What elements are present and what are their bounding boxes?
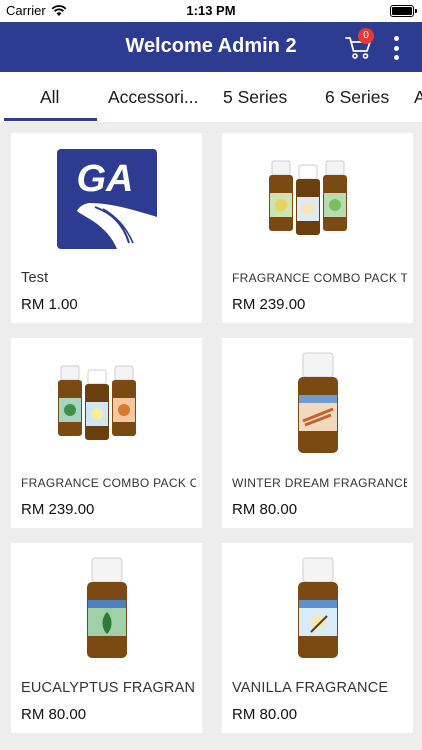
product-name: Test [21, 270, 49, 286]
product-price: RM 80.00 [21, 706, 87, 723]
product-card[interactable]: EUCALYPTUS FRAGRANCE RM 80.00 [11, 543, 202, 733]
product-name: FRAGRANCE COMBO PACK ONE [21, 476, 196, 490]
tab-accessories[interactable]: Accessori... [108, 72, 198, 122]
battery-icon [390, 5, 417, 17]
product-price: RM 239.00 [232, 296, 306, 313]
product-price: RM 80.00 [232, 706, 298, 723]
fragrance-bottle-image [297, 352, 338, 453]
product-grid: GA Test RM 1.00 FRAGRANCE COMBO PACK T R… [0, 122, 422, 750]
fragrance-bottles-image [57, 365, 136, 440]
product-name: WINTER DREAM FRAGRANCE [232, 476, 407, 490]
fragrance-bottle-image [297, 557, 338, 658]
tab-6-series[interactable]: 6 Series [325, 72, 389, 122]
product-card[interactable]: FRAGRANCE COMBO PACK ONE RM 239.00 [11, 338, 202, 528]
product-price: RM 1.00 [21, 296, 78, 313]
status-bar: Carrier 1:13 PM [0, 0, 422, 22]
overflow-menu-icon[interactable] [388, 34, 404, 62]
fragrance-bottle-image [86, 557, 127, 658]
app-bar: Welcome Admin 2 0 [0, 22, 422, 72]
product-card[interactable]: FRAGRANCE COMBO PACK TWO RM 239.00 [222, 133, 413, 323]
cart-count-badge: 0 [358, 28, 374, 44]
product-name: VANILLA FRAGRANCE [232, 680, 389, 696]
product-image [222, 543, 413, 675]
product-image: GA [11, 133, 202, 265]
product-price: RM 80.00 [232, 501, 298, 518]
fragrance-bottles-image [268, 160, 347, 235]
product-image [11, 338, 202, 470]
tab-more[interactable]: A [414, 72, 422, 122]
product-card[interactable]: GA Test RM 1.00 [11, 133, 202, 323]
clock: 1:13 PM [186, 3, 236, 18]
product-name: EUCALYPTUS FRAGRANCE [21, 680, 196, 696]
product-image [11, 543, 202, 675]
brand-logo: GA [56, 149, 157, 249]
product-card[interactable]: VANILLA FRAGRANCE RM 80.00 [222, 543, 413, 733]
brand-logo-text: GA [76, 158, 133, 200]
tab-all[interactable]: All [40, 72, 59, 122]
category-tabs: All Accessori... 5 Series 6 Series A [0, 72, 422, 122]
product-image [222, 133, 413, 265]
product-image [222, 338, 413, 470]
product-card[interactable]: WINTER DREAM FRAGRANCE RM 80.00 [222, 338, 413, 528]
product-price: RM 239.00 [21, 501, 95, 518]
tab-indicator [4, 118, 97, 121]
tab-5-series[interactable]: 5 Series [223, 72, 287, 122]
product-name: FRAGRANCE COMBO PACK TWO [232, 271, 407, 285]
